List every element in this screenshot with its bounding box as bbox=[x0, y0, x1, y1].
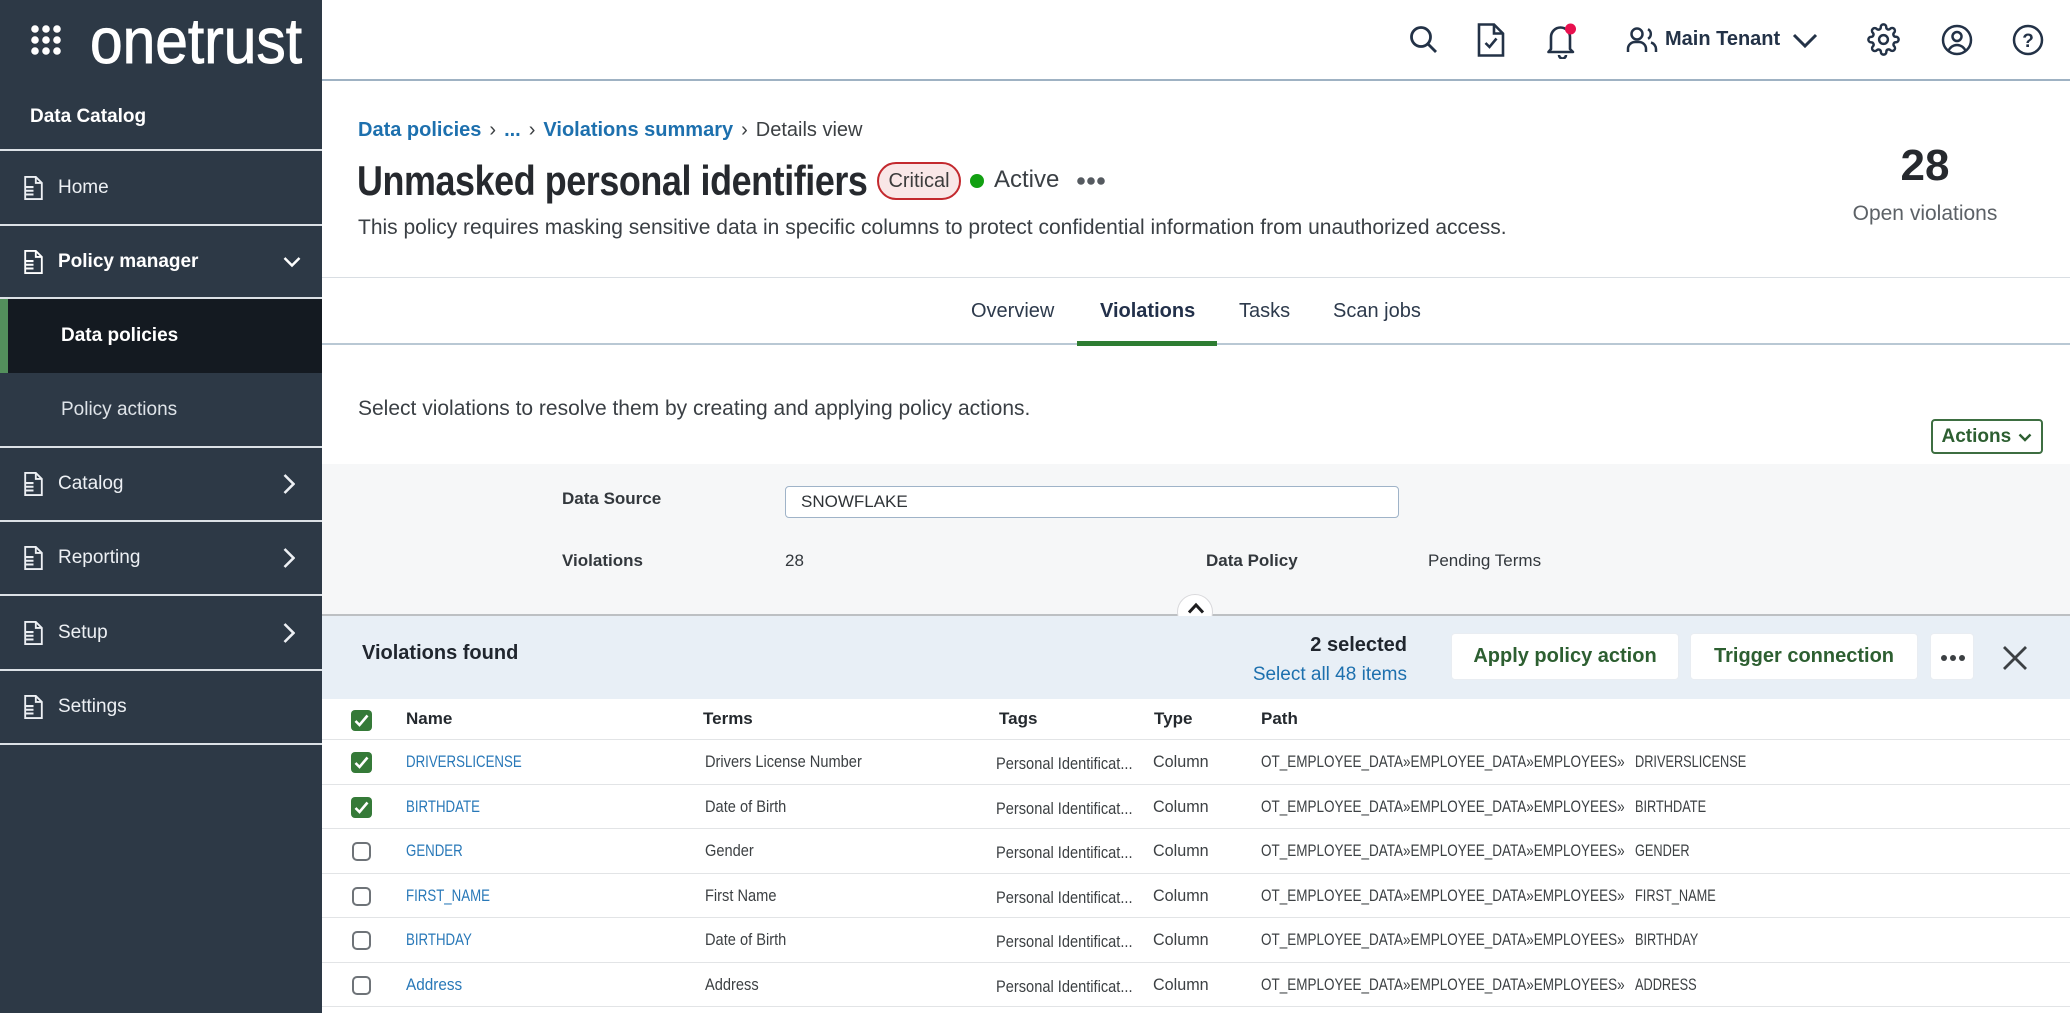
svg-text:onetrust: onetrust bbox=[90, 8, 302, 77]
svg-text:?: ? bbox=[2022, 31, 2034, 52]
